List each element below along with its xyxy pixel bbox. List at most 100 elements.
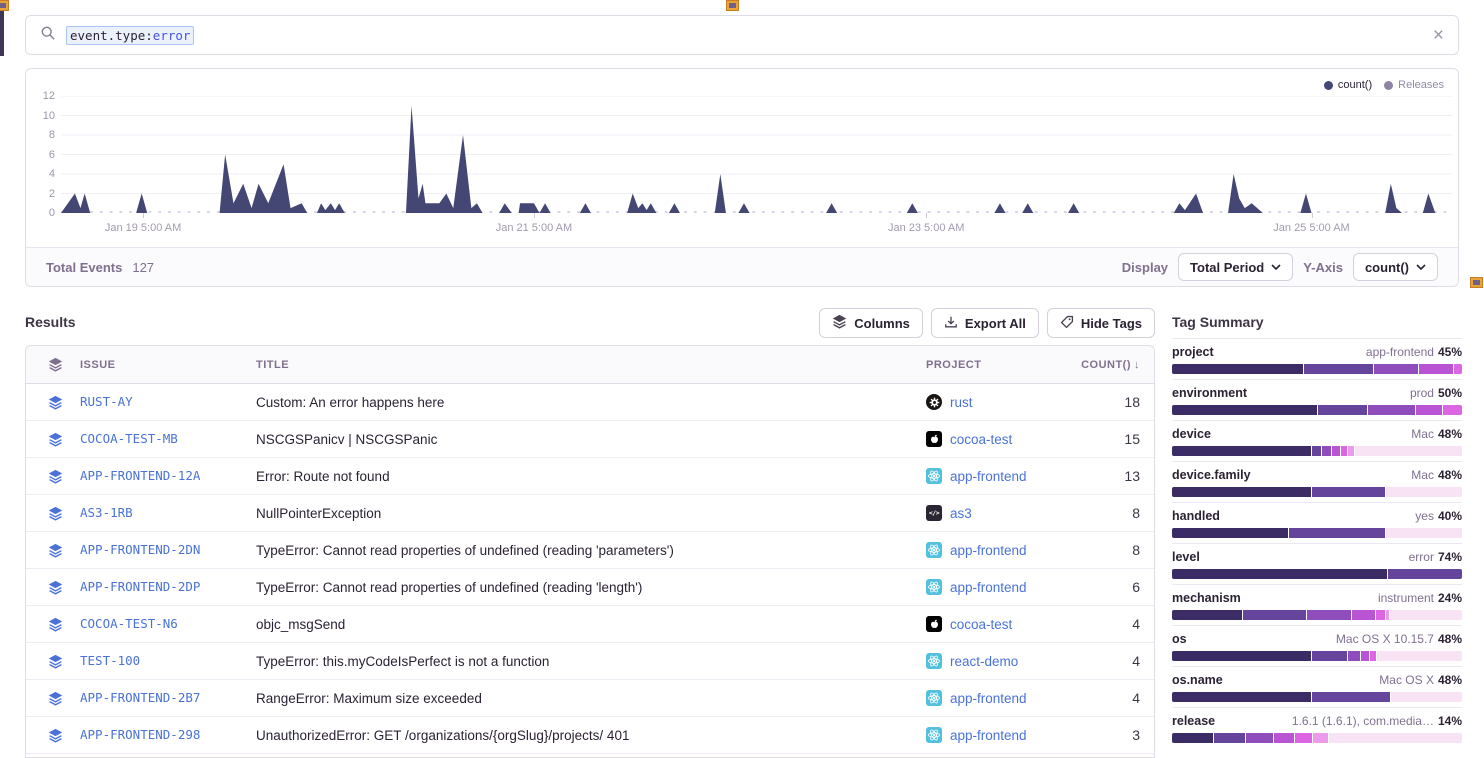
export-all-button[interactable]: Export All — [931, 308, 1039, 338]
tag-bar-segment[interactable] — [1312, 692, 1390, 702]
tag-bar-segment[interactable] — [1376, 610, 1385, 620]
issue-link[interactable]: COCOA-TEST-MB — [80, 431, 178, 446]
tag-bar-segment[interactable] — [1172, 569, 1387, 579]
column-header-project[interactable]: PROJECT — [926, 359, 1051, 371]
tag-bar-segment[interactable] — [1312, 446, 1321, 456]
tag-bar-segment[interactable] — [1172, 651, 1311, 661]
tag-bar-segment[interactable] — [1172, 692, 1311, 702]
project-link[interactable]: cocoa-test — [950, 617, 1012, 632]
tag-bar-segment[interactable] — [1388, 569, 1462, 579]
tag-bar-segment[interactable] — [1172, 528, 1288, 538]
project-link[interactable]: app-frontend — [950, 469, 1027, 484]
tag-bar-segment[interactable] — [1172, 446, 1311, 456]
columns-button-label: Columns — [854, 316, 910, 331]
tag-bar-segment[interactable] — [1295, 733, 1312, 743]
issue-link[interactable]: TEST-100 — [80, 653, 140, 668]
tag-bar-segment[interactable] — [1352, 610, 1375, 620]
tag-bar-segment[interactable] — [1355, 446, 1462, 456]
events-area-chart[interactable]: 024681012Jan 19 5:00 AMJan 21 5:00 AMJan… — [61, 96, 1452, 213]
tag-bar-segment[interactable] — [1386, 528, 1462, 538]
search-bar[interactable]: event.type:error × — [25, 15, 1459, 55]
issue-link[interactable]: RUST-AY — [80, 394, 133, 409]
tag-bar-segment[interactable] — [1318, 405, 1367, 415]
tag-bar-segment[interactable] — [1172, 487, 1311, 497]
tag-bar-segment[interactable] — [1332, 446, 1341, 456]
project-cell: app-frontend — [926, 542, 1051, 558]
tag-bar-segment[interactable] — [1368, 405, 1414, 415]
tag-bar-segment[interactable] — [1419, 364, 1454, 374]
issue-link[interactable]: COCOA-TEST-N6 — [80, 616, 178, 631]
project-link[interactable]: cocoa-test — [950, 432, 1012, 447]
project-link[interactable]: react-demo — [950, 654, 1018, 669]
tag-distribution-bar[interactable] — [1172, 405, 1462, 415]
tag-distribution-bar[interactable] — [1172, 487, 1462, 497]
tag-bar-segment[interactable] — [1454, 364, 1462, 374]
tag-bar-segment[interactable] — [1348, 651, 1360, 661]
hide-tags-button[interactable]: Hide Tags — [1047, 308, 1155, 338]
tag-bar-segment[interactable] — [1390, 610, 1462, 620]
yaxis-dropdown[interactable]: count() — [1353, 253, 1438, 281]
issue-link[interactable]: APP-FRONTEND-298 — [80, 727, 200, 742]
tag-bar-segment[interactable] — [1307, 610, 1351, 620]
tag-bar-segment[interactable] — [1172, 610, 1242, 620]
issue-link[interactable]: APP-FRONTEND-2DP — [80, 579, 200, 594]
tag-bar-segment[interactable] — [1386, 610, 1389, 620]
columns-button[interactable]: Columns — [819, 308, 923, 338]
tag-bar-segment[interactable] — [1172, 405, 1317, 415]
issue-link[interactable]: AS3-1RB — [80, 505, 133, 520]
table-row: COCOA-TEST-N6objc_msgSendcocoa-test4 — [26, 606, 1154, 643]
tag-bar-segment[interactable] — [1172, 364, 1303, 374]
tag-bar-segment[interactable] — [1243, 610, 1307, 620]
tag-bar-segment[interactable] — [1443, 405, 1462, 415]
search-query-token[interactable]: event.type:error — [66, 26, 194, 45]
tag-bar-segment[interactable] — [1329, 733, 1462, 743]
issue-link[interactable]: APP-FRONTEND-2DN — [80, 542, 200, 557]
tag-bar-segment[interactable] — [1374, 364, 1418, 374]
issue-link[interactable]: APP-FRONTEND-2B7 — [80, 690, 200, 705]
tag-distribution-bar[interactable] — [1172, 692, 1462, 702]
column-header-title[interactable]: TITLE — [256, 359, 926, 371]
tag-bar-segment[interactable] — [1312, 487, 1385, 497]
tag-bar-segment[interactable] — [1416, 405, 1442, 415]
project-link[interactable]: app-frontend — [950, 691, 1027, 706]
legend-item-Releases[interactable]: Releases — [1384, 79, 1444, 91]
tag-bar-segment[interactable] — [1172, 733, 1213, 743]
tag-bar-segment[interactable] — [1313, 733, 1328, 743]
tag-bar-segment[interactable] — [1274, 733, 1294, 743]
tag-bar-segment[interactable] — [1214, 733, 1246, 743]
tag-bar-segment[interactable] — [1386, 487, 1462, 497]
tag-bar-segment[interactable] — [1289, 528, 1385, 538]
crop-handle-top-left[interactable] — [0, 0, 9, 11]
tag-distribution-bar[interactable] — [1172, 651, 1462, 661]
tag-distribution-bar[interactable] — [1172, 569, 1462, 579]
column-header-count[interactable]: COUNT() ↓ — [1051, 359, 1155, 371]
tag-distribution-bar[interactable] — [1172, 528, 1462, 538]
display-dropdown-value: Total Period — [1190, 260, 1264, 275]
tag-bar-segment[interactable] — [1246, 733, 1272, 743]
tag-bar-segment[interactable] — [1348, 446, 1354, 456]
crop-handle-right[interactable] — [1470, 277, 1483, 288]
tag-bar-segment[interactable] — [1341, 446, 1347, 456]
tag-bar-segment[interactable] — [1391, 692, 1462, 702]
tag-bar-segment[interactable] — [1322, 446, 1331, 456]
display-dropdown[interactable]: Total Period — [1178, 253, 1293, 281]
tag-bar-segment[interactable] — [1361, 651, 1370, 661]
tag-distribution-bar[interactable] — [1172, 446, 1462, 456]
project-link[interactable]: rust — [950, 395, 973, 410]
crop-handle-top-center[interactable] — [726, 0, 739, 11]
column-header-issue[interactable]: ISSUE — [72, 359, 256, 371]
tag-bar-segment[interactable] — [1370, 651, 1376, 661]
tag-distribution-bar[interactable] — [1172, 364, 1462, 374]
project-link[interactable]: as3 — [950, 506, 972, 521]
project-link[interactable]: app-frontend — [950, 728, 1027, 743]
clear-search-icon[interactable]: × — [1433, 26, 1444, 45]
legend-item-count[interactable]: count() — [1324, 79, 1372, 91]
project-link[interactable]: app-frontend — [950, 543, 1027, 558]
tag-bar-segment[interactable] — [1377, 651, 1462, 661]
project-link[interactable]: app-frontend — [950, 580, 1027, 595]
tag-bar-segment[interactable] — [1312, 651, 1347, 661]
issue-link[interactable]: APP-FRONTEND-12A — [80, 468, 200, 483]
tag-bar-segment[interactable] — [1304, 364, 1374, 374]
tag-distribution-bar[interactable] — [1172, 733, 1462, 743]
tag-distribution-bar[interactable] — [1172, 610, 1462, 620]
